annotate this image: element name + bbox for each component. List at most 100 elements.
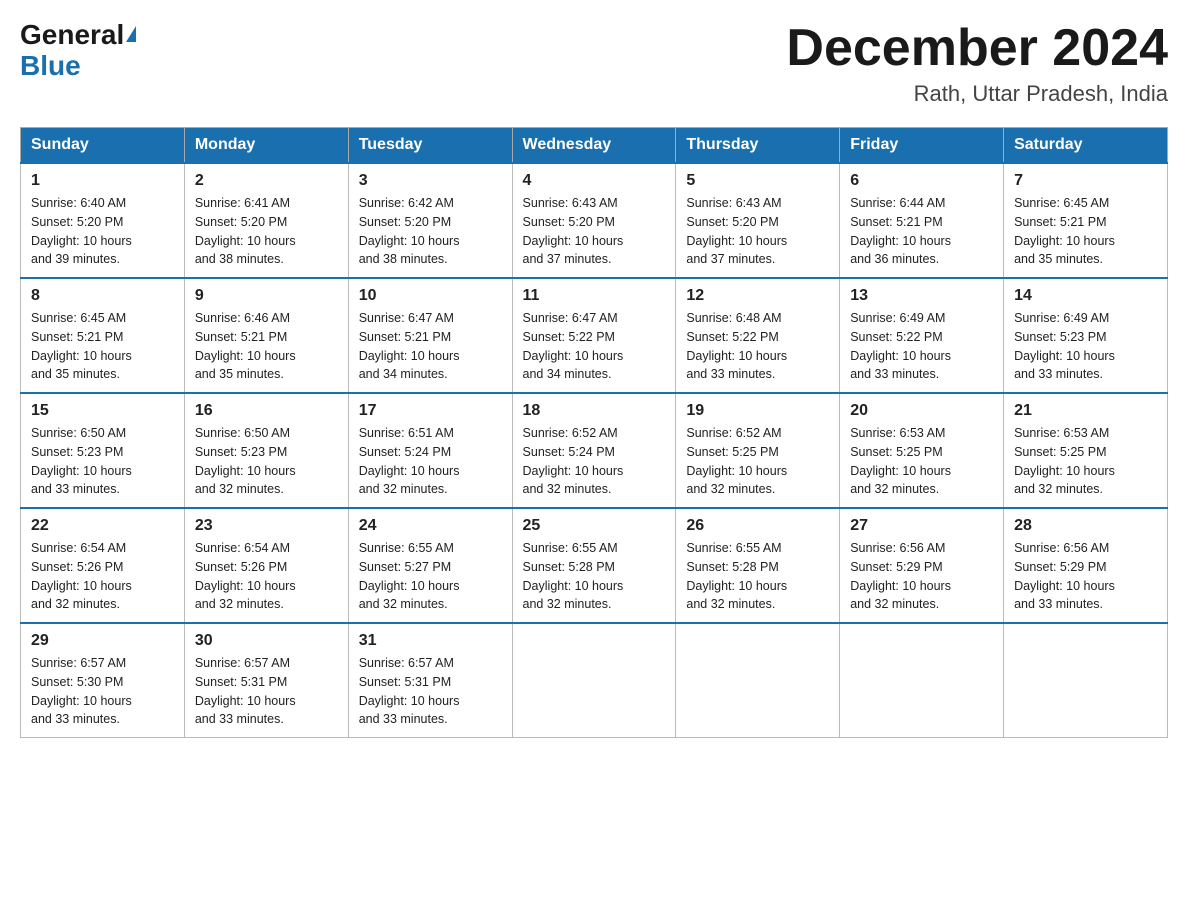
- day-detail: Sunrise: 6:56 AMSunset: 5:29 PMDaylight:…: [1014, 539, 1157, 614]
- table-row: 3 Sunrise: 6:42 AMSunset: 5:20 PMDayligh…: [348, 163, 512, 278]
- week-row-3: 15 Sunrise: 6:50 AMSunset: 5:23 PMDaylig…: [21, 393, 1168, 508]
- week-row-5: 29 Sunrise: 6:57 AMSunset: 5:30 PMDaylig…: [21, 623, 1168, 738]
- day-number: 26: [686, 517, 829, 535]
- table-row: 25 Sunrise: 6:55 AMSunset: 5:28 PMDaylig…: [512, 508, 676, 623]
- day-detail: Sunrise: 6:52 AMSunset: 5:25 PMDaylight:…: [686, 424, 829, 499]
- table-row: 24 Sunrise: 6:55 AMSunset: 5:27 PMDaylig…: [348, 508, 512, 623]
- day-detail: Sunrise: 6:51 AMSunset: 5:24 PMDaylight:…: [359, 424, 502, 499]
- table-row: 14 Sunrise: 6:49 AMSunset: 5:23 PMDaylig…: [1004, 278, 1168, 393]
- table-row: 10 Sunrise: 6:47 AMSunset: 5:21 PMDaylig…: [348, 278, 512, 393]
- location-title: Rath, Uttar Pradesh, India: [786, 81, 1168, 107]
- week-row-1: 1 Sunrise: 6:40 AMSunset: 5:20 PMDayligh…: [21, 163, 1168, 278]
- day-detail: Sunrise: 6:50 AMSunset: 5:23 PMDaylight:…: [31, 424, 174, 499]
- day-number: 28: [1014, 517, 1157, 535]
- day-detail: Sunrise: 6:54 AMSunset: 5:26 PMDaylight:…: [31, 539, 174, 614]
- col-friday: Friday: [840, 128, 1004, 164]
- table-row: 31 Sunrise: 6:57 AMSunset: 5:31 PMDaylig…: [348, 623, 512, 738]
- col-saturday: Saturday: [1004, 128, 1168, 164]
- table-row: 4 Sunrise: 6:43 AMSunset: 5:20 PMDayligh…: [512, 163, 676, 278]
- table-row: [676, 623, 840, 738]
- col-thursday: Thursday: [676, 128, 840, 164]
- day-detail: Sunrise: 6:48 AMSunset: 5:22 PMDaylight:…: [686, 309, 829, 384]
- table-row: [840, 623, 1004, 738]
- day-detail: Sunrise: 6:53 AMSunset: 5:25 PMDaylight:…: [1014, 424, 1157, 499]
- day-number: 15: [31, 402, 174, 420]
- table-row: 2 Sunrise: 6:41 AMSunset: 5:20 PMDayligh…: [184, 163, 348, 278]
- day-number: 31: [359, 632, 502, 650]
- page-header: General Blue December 2024 Rath, Uttar P…: [20, 20, 1168, 107]
- calendar-table: Sunday Monday Tuesday Wednesday Thursday…: [20, 127, 1168, 738]
- day-number: 23: [195, 517, 338, 535]
- month-title: December 2024: [786, 20, 1168, 77]
- table-row: [512, 623, 676, 738]
- day-detail: Sunrise: 6:43 AMSunset: 5:20 PMDaylight:…: [523, 194, 666, 269]
- day-number: 9: [195, 287, 338, 305]
- table-row: 15 Sunrise: 6:50 AMSunset: 5:23 PMDaylig…: [21, 393, 185, 508]
- day-number: 29: [31, 632, 174, 650]
- day-detail: Sunrise: 6:44 AMSunset: 5:21 PMDaylight:…: [850, 194, 993, 269]
- day-number: 2: [195, 172, 338, 190]
- col-monday: Monday: [184, 128, 348, 164]
- day-detail: Sunrise: 6:47 AMSunset: 5:21 PMDaylight:…: [359, 309, 502, 384]
- table-row: 7 Sunrise: 6:45 AMSunset: 5:21 PMDayligh…: [1004, 163, 1168, 278]
- day-number: 6: [850, 172, 993, 190]
- day-detail: Sunrise: 6:56 AMSunset: 5:29 PMDaylight:…: [850, 539, 993, 614]
- day-number: 14: [1014, 287, 1157, 305]
- table-row: 11 Sunrise: 6:47 AMSunset: 5:22 PMDaylig…: [512, 278, 676, 393]
- day-detail: Sunrise: 6:45 AMSunset: 5:21 PMDaylight:…: [1014, 194, 1157, 269]
- table-row: 21 Sunrise: 6:53 AMSunset: 5:25 PMDaylig…: [1004, 393, 1168, 508]
- table-row: 12 Sunrise: 6:48 AMSunset: 5:22 PMDaylig…: [676, 278, 840, 393]
- day-number: 24: [359, 517, 502, 535]
- day-number: 4: [523, 172, 666, 190]
- day-detail: Sunrise: 6:49 AMSunset: 5:23 PMDaylight:…: [1014, 309, 1157, 384]
- day-number: 22: [31, 517, 174, 535]
- table-row: 26 Sunrise: 6:55 AMSunset: 5:28 PMDaylig…: [676, 508, 840, 623]
- day-number: 11: [523, 287, 666, 305]
- day-number: 18: [523, 402, 666, 420]
- table-row: 20 Sunrise: 6:53 AMSunset: 5:25 PMDaylig…: [840, 393, 1004, 508]
- day-number: 5: [686, 172, 829, 190]
- day-number: 10: [359, 287, 502, 305]
- day-number: 20: [850, 402, 993, 420]
- day-detail: Sunrise: 6:42 AMSunset: 5:20 PMDaylight:…: [359, 194, 502, 269]
- day-detail: Sunrise: 6:54 AMSunset: 5:26 PMDaylight:…: [195, 539, 338, 614]
- week-row-2: 8 Sunrise: 6:45 AMSunset: 5:21 PMDayligh…: [21, 278, 1168, 393]
- col-wednesday: Wednesday: [512, 128, 676, 164]
- table-row: 23 Sunrise: 6:54 AMSunset: 5:26 PMDaylig…: [184, 508, 348, 623]
- day-detail: Sunrise: 6:52 AMSunset: 5:24 PMDaylight:…: [523, 424, 666, 499]
- table-row: 16 Sunrise: 6:50 AMSunset: 5:23 PMDaylig…: [184, 393, 348, 508]
- logo: General Blue: [20, 20, 136, 82]
- col-sunday: Sunday: [21, 128, 185, 164]
- day-detail: Sunrise: 6:41 AMSunset: 5:20 PMDaylight:…: [195, 194, 338, 269]
- table-row: 19 Sunrise: 6:52 AMSunset: 5:25 PMDaylig…: [676, 393, 840, 508]
- calendar-header-row: Sunday Monday Tuesday Wednesday Thursday…: [21, 128, 1168, 164]
- day-number: 21: [1014, 402, 1157, 420]
- logo-triangle-icon: [126, 26, 136, 42]
- table-row: 5 Sunrise: 6:43 AMSunset: 5:20 PMDayligh…: [676, 163, 840, 278]
- day-detail: Sunrise: 6:57 AMSunset: 5:31 PMDaylight:…: [359, 654, 502, 729]
- day-detail: Sunrise: 6:55 AMSunset: 5:28 PMDaylight:…: [523, 539, 666, 614]
- day-detail: Sunrise: 6:50 AMSunset: 5:23 PMDaylight:…: [195, 424, 338, 499]
- logo-blue: Blue: [20, 50, 81, 81]
- title-section: December 2024 Rath, Uttar Pradesh, India: [786, 20, 1168, 107]
- col-tuesday: Tuesday: [348, 128, 512, 164]
- table-row: 17 Sunrise: 6:51 AMSunset: 5:24 PMDaylig…: [348, 393, 512, 508]
- day-detail: Sunrise: 6:49 AMSunset: 5:22 PMDaylight:…: [850, 309, 993, 384]
- table-row: 13 Sunrise: 6:49 AMSunset: 5:22 PMDaylig…: [840, 278, 1004, 393]
- day-number: 17: [359, 402, 502, 420]
- day-detail: Sunrise: 6:46 AMSunset: 5:21 PMDaylight:…: [195, 309, 338, 384]
- table-row: 30 Sunrise: 6:57 AMSunset: 5:31 PMDaylig…: [184, 623, 348, 738]
- table-row: 27 Sunrise: 6:56 AMSunset: 5:29 PMDaylig…: [840, 508, 1004, 623]
- day-detail: Sunrise: 6:55 AMSunset: 5:28 PMDaylight:…: [686, 539, 829, 614]
- table-row: 18 Sunrise: 6:52 AMSunset: 5:24 PMDaylig…: [512, 393, 676, 508]
- table-row: 6 Sunrise: 6:44 AMSunset: 5:21 PMDayligh…: [840, 163, 1004, 278]
- table-row: 8 Sunrise: 6:45 AMSunset: 5:21 PMDayligh…: [21, 278, 185, 393]
- day-number: 30: [195, 632, 338, 650]
- day-detail: Sunrise: 6:47 AMSunset: 5:22 PMDaylight:…: [523, 309, 666, 384]
- day-number: 8: [31, 287, 174, 305]
- day-number: 13: [850, 287, 993, 305]
- day-number: 12: [686, 287, 829, 305]
- day-detail: Sunrise: 6:45 AMSunset: 5:21 PMDaylight:…: [31, 309, 174, 384]
- day-detail: Sunrise: 6:40 AMSunset: 5:20 PMDaylight:…: [31, 194, 174, 269]
- day-number: 19: [686, 402, 829, 420]
